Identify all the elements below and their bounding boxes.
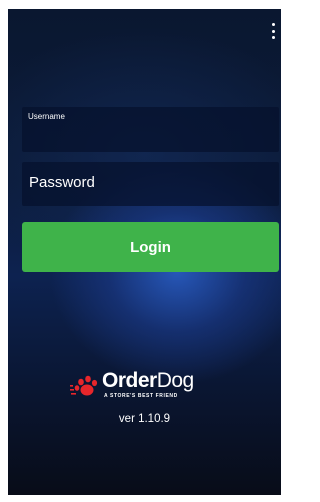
more-vert-icon[interactable] bbox=[270, 23, 276, 39]
paw-print-icon bbox=[70, 375, 98, 396]
orderdog-logo: OrderDog A STORE'S BEST FRIEND bbox=[70, 369, 230, 401]
password-placeholder: Password bbox=[29, 174, 95, 191]
version-label: ver 1.10.9 bbox=[118, 413, 171, 425]
login-screen: Username Password Login OrderDog A STORE… bbox=[8, 9, 281, 495]
brand-tagline: A STORE'S BEST FRIEND bbox=[104, 393, 178, 399]
username-label: Username bbox=[28, 112, 65, 121]
username-field[interactable]: Username bbox=[22, 107, 279, 152]
brand-name: OrderDog bbox=[102, 369, 194, 392]
password-field[interactable]: Password bbox=[22, 162, 279, 206]
login-button[interactable]: Login bbox=[22, 222, 279, 272]
